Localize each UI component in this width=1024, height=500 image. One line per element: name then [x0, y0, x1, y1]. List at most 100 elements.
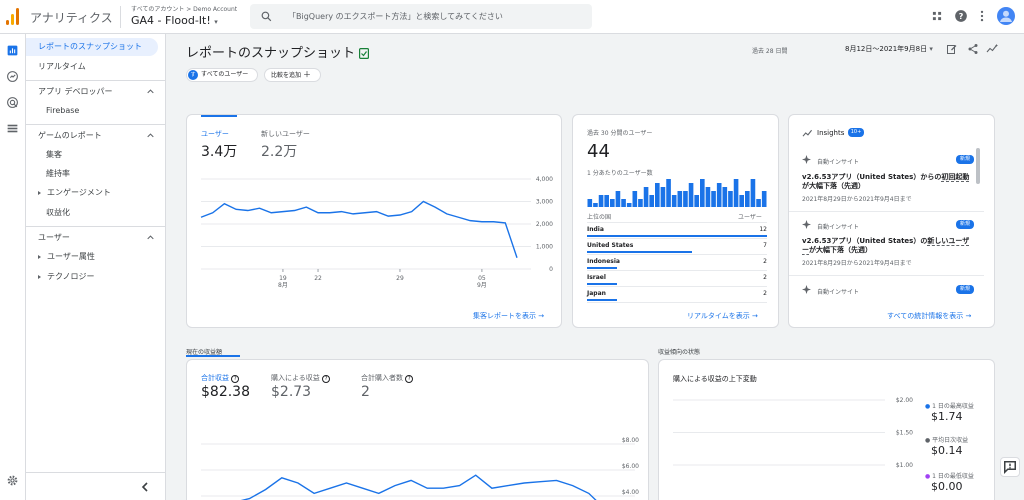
- nav-retention[interactable]: 維持率: [26, 165, 166, 183]
- help-icon[interactable]: ?: [954, 9, 968, 23]
- country-row-divider: [587, 302, 767, 303]
- configure-icon[interactable]: [6, 122, 19, 135]
- tab-total-revenue[interactable]: 合計収益 ?: [201, 373, 240, 383]
- sparkle-icon: [802, 155, 811, 164]
- share-icon[interactable]: [967, 43, 979, 55]
- collapse-nav-icon[interactable]: [140, 481, 150, 493]
- date-prefix: 過去 28 日間: [752, 48, 788, 55]
- more-vert-icon[interactable]: [975, 9, 989, 23]
- sparkle-icon: [802, 285, 811, 294]
- y-tick-label: 3,000: [536, 199, 553, 206]
- nav-snapshot[interactable]: レポートのスナップショット: [26, 38, 158, 56]
- verified-report-icon: [359, 48, 370, 60]
- insight-divider: [789, 211, 984, 212]
- page-title-text: レポートのスナップショット: [186, 46, 356, 61]
- chevron-up-icon: [147, 89, 154, 94]
- insights-scrollbar[interactable]: [976, 148, 980, 184]
- per-minute-bar: [666, 179, 671, 207]
- x-tick-sublabel: 8月: [278, 282, 288, 289]
- analytics-logo-icon[interactable]: [6, 7, 20, 25]
- nav-firebase[interactable]: Firebase: [26, 102, 166, 120]
- segment-chip-all-users[interactable]: すすべてのユーザー: [186, 68, 258, 82]
- chevron-down-icon: ▾: [214, 18, 218, 26]
- help-outline-icon: ?: [405, 375, 414, 383]
- realtime-value: 44: [587, 141, 610, 162]
- date-range-selector[interactable]: 8月12日～2021年9月8日 ▾: [845, 44, 933, 54]
- property-name: GA4 - Flood-It!: [131, 14, 211, 27]
- nav-realtime[interactable]: リアルタイム: [26, 58, 166, 76]
- reports-icon[interactable]: [6, 44, 19, 57]
- add-comparison-label: 比較を追加: [271, 72, 302, 79]
- per-minute-bar: [705, 187, 711, 207]
- apps-grid-icon[interactable]: [930, 9, 944, 23]
- total-purchasers-value: 2: [361, 384, 370, 400]
- search-icon: [261, 11, 272, 22]
- nav-section-label: ゲームのレポート: [38, 131, 102, 140]
- account-avatar[interactable]: [997, 7, 1015, 25]
- per-minute-bar: [716, 183, 722, 207]
- per-minute-bar: [660, 187, 666, 207]
- insight-2-text[interactable]: v2.6.53アプリ（United States）の新しいユーザーが大幅下落（先…: [802, 237, 972, 255]
- per-minute-bar: [671, 195, 677, 207]
- y-tick-label: $6.00: [622, 463, 639, 470]
- nav-section-user[interactable]: ユーザー: [26, 229, 166, 247]
- tab-users-label[interactable]: ユーザー: [201, 129, 229, 139]
- expand-arrow-icon: [38, 254, 41, 259]
- tab-purchase-revenue[interactable]: 購入による収益 ?: [271, 373, 331, 383]
- feedback-button[interactable]: [1000, 457, 1020, 477]
- nav-section-label: アプリ デベロッパー: [38, 87, 113, 96]
- insight-text-part: が大幅下落（先週）: [802, 182, 865, 190]
- acquisition-report-link[interactable]: 集客レポートを表示 →: [473, 311, 544, 321]
- per-minute-bar: [694, 195, 699, 207]
- customize-report-icon[interactable]: [946, 43, 958, 55]
- realtime-heading: 過去 30 分間のユーザー: [587, 130, 653, 137]
- nav-monetization[interactable]: 収益化: [26, 204, 166, 222]
- search-box[interactable]: 「BigQuery のエクスポート方法」と検索してみてください: [250, 4, 592, 29]
- users-card: ユーザー 3.4万 新しいユーザー 2.2万 4,000 3,000 2,000 1,…: [186, 114, 562, 328]
- country-share-bar: [587, 299, 617, 301]
- header-divider: [120, 6, 121, 28]
- link-label: 集客レポートを表示: [473, 312, 536, 320]
- tab-label: 購入による収益: [271, 374, 320, 382]
- top-countries-header: 上位の国: [587, 214, 612, 221]
- nav-section-game-reports[interactable]: ゲームのレポート: [26, 127, 166, 145]
- insight-text-part: v2.6.53アプリ（United States）からの: [802, 173, 942, 181]
- legend-dot: ●: [925, 437, 931, 444]
- link-label: すべての統計情報を表示: [887, 312, 964, 320]
- person-icon: [1000, 10, 1012, 22]
- legend-label: 1 日の最高収益: [932, 403, 974, 410]
- nav-engagement[interactable]: エンゲージメント: [26, 184, 166, 202]
- avg-revenue-label: ● 平均日次収益: [925, 435, 968, 444]
- realtime-report-link[interactable]: リアルタイムを表示 →: [687, 311, 758, 321]
- insights-sparkline-icon[interactable]: [986, 43, 999, 55]
- property-selector[interactable]: GA4 - Flood-It! ▾: [131, 14, 218, 27]
- admin-gear-icon[interactable]: [6, 474, 19, 487]
- min-revenue-label: ● 1 日の最低収益: [925, 471, 974, 480]
- report-nav: レポートのスナップショット リアルタイム アプリ デベロッパー Firebase…: [26, 34, 166, 500]
- auto-insight-label: 自動インサイト: [817, 224, 860, 231]
- nav-item-label: テクノロジー: [47, 272, 95, 281]
- nav-section-app-dev[interactable]: アプリ デベロッパー: [26, 83, 166, 101]
- expand-arrow-icon: [38, 274, 41, 279]
- insight-1-text[interactable]: v2.6.53アプリ（United States）からの初回起動が大幅下落（先週…: [802, 173, 972, 191]
- account-breadcrumb[interactable]: すべてのアカウント > Demo Account: [131, 4, 237, 13]
- help-outline-icon: ?: [231, 375, 240, 383]
- explore-icon[interactable]: [6, 70, 19, 83]
- all-insights-link[interactable]: すべての統計情報を表示 →: [887, 311, 971, 321]
- add-comparison-chip[interactable]: 比較を追加 ＋: [264, 68, 321, 82]
- per-minute-bar: [677, 191, 683, 207]
- left-rail: [0, 34, 26, 500]
- nav-acquisition[interactable]: 集客: [26, 146, 166, 164]
- nav-section-label: ユーザー: [38, 233, 70, 242]
- tab-new-users-label[interactable]: 新しいユーザー: [261, 129, 310, 139]
- segment-chip-label: すべてのユーザー: [201, 71, 249, 78]
- y-tick-label: $4.00: [622, 489, 639, 496]
- tab-total-purchasers[interactable]: 合計購入者数 ?: [361, 373, 414, 383]
- nav-technology[interactable]: テクノロジー: [26, 268, 166, 286]
- per-minute-bar: [722, 187, 728, 207]
- y-tick-label: 0: [549, 266, 553, 273]
- advertising-icon[interactable]: [6, 96, 19, 109]
- nav-user-attributes[interactable]: ユーザー属性: [26, 248, 166, 266]
- nav-divider: [26, 226, 166, 227]
- realtime-card: 過去 30 分間のユーザー 44 1 分あたりのユーザー数 上位の国 ユーザー …: [572, 114, 779, 328]
